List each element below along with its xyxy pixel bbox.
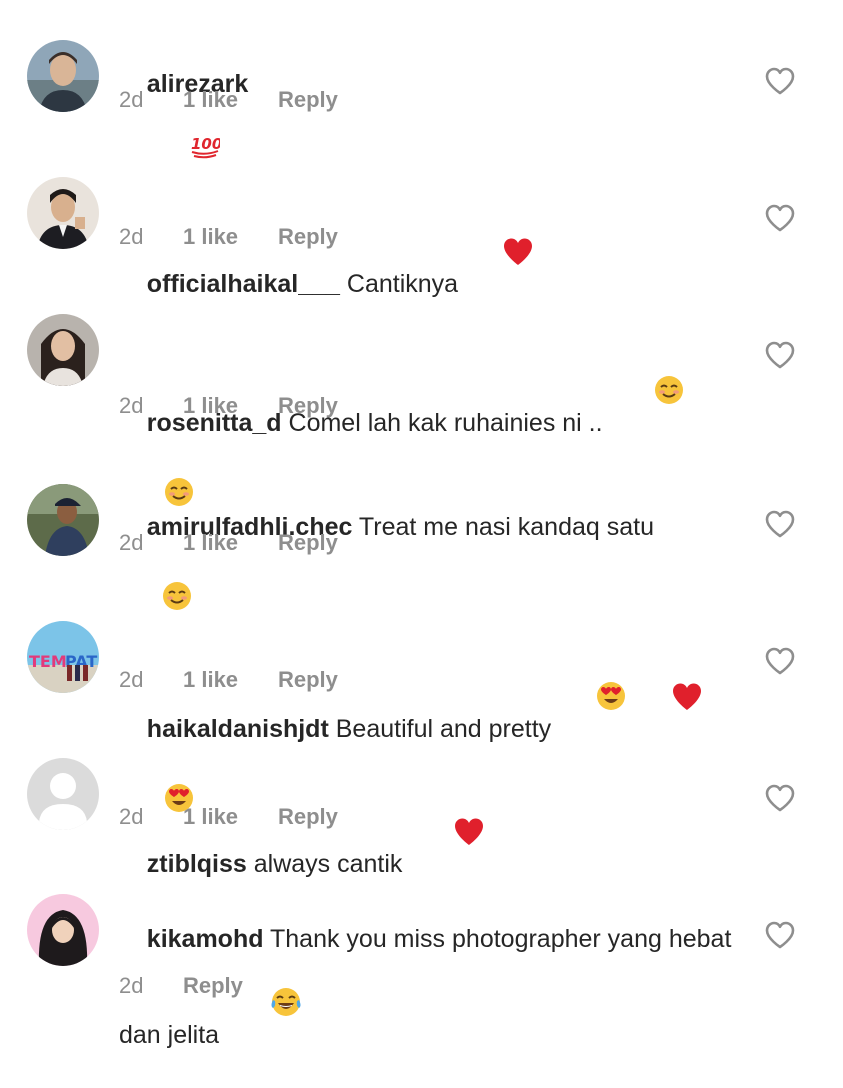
comment-meta: 2d Reply [119,973,243,999]
comment-time: 2d [119,973,144,998]
comment-item: kikamohd Thank you miss photographer yan… [0,0,843,1049]
tears-of-joy-emoji-icon [228,955,302,1057]
heart-outline-icon[interactable] [765,921,795,949]
reply-button[interactable]: Reply [183,973,243,999]
avatar[interactable] [27,894,99,966]
comment-username[interactable]: kikamohd [147,925,264,953]
